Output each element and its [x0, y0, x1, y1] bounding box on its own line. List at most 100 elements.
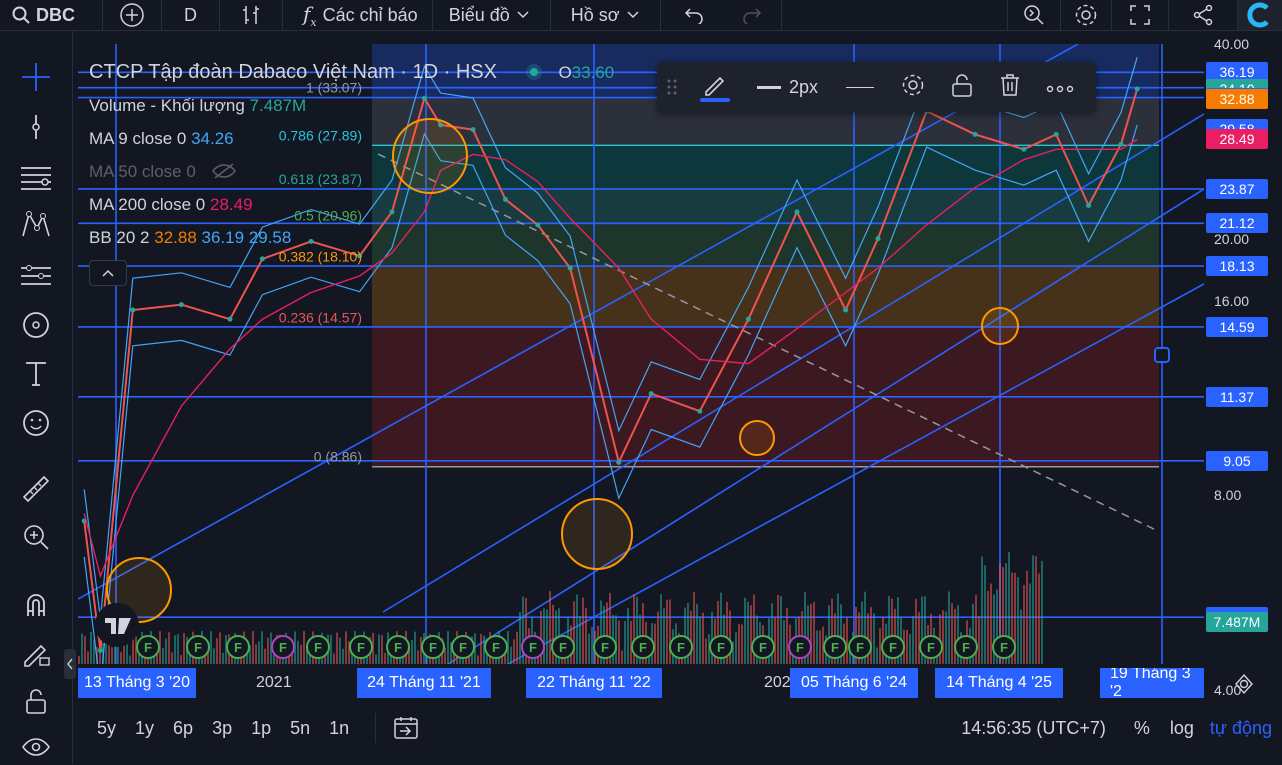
- volume-bar: [81, 633, 83, 664]
- forecast-tool[interactable]: [18, 257, 54, 293]
- volume-bar: [951, 603, 953, 664]
- settings-button[interactable]: [1061, 0, 1112, 30]
- line-width-button[interactable]: 2px: [743, 77, 832, 98]
- app-logo[interactable]: [1238, 0, 1282, 30]
- volume-bar: [876, 647, 878, 664]
- volume-bar: [330, 634, 332, 664]
- log-toggle[interactable]: log: [1170, 718, 1194, 739]
- legend-volume-row[interactable]: Volume - Khối lượng 7.487M: [89, 89, 614, 122]
- more-options-button[interactable]: [1034, 77, 1086, 98]
- geometry-tool[interactable]: [18, 307, 54, 343]
- zoom-tool[interactable]: [18, 519, 54, 555]
- range-button[interactable]: 1p: [251, 718, 271, 739]
- share-button[interactable]: [1169, 0, 1238, 30]
- symbol-search[interactable]: DBC: [0, 0, 103, 30]
- indicators-button[interactable]: fx Các chỉ báo: [283, 0, 433, 30]
- undo-icon: [684, 8, 703, 24]
- price-point: [1021, 146, 1027, 152]
- clock-label[interactable]: 14:56:35 (UTC+7): [961, 718, 1106, 739]
- chart-menu-button[interactable]: Biểu đồ: [433, 0, 551, 30]
- time-label-highlight: 13 Tháng 3 '20: [78, 668, 196, 698]
- axis-settings-button[interactable]: [1232, 672, 1256, 696]
- profile-menu-button[interactable]: Hồ sơ: [551, 0, 661, 30]
- percent-toggle[interactable]: %: [1134, 718, 1150, 739]
- volume-bar: [729, 610, 731, 664]
- event-marker-letter: F: [459, 640, 467, 655]
- price-point: [178, 302, 184, 308]
- drag-handle[interactable]: [657, 78, 687, 96]
- legend-ma200-row[interactable]: MA 200 close 0 28.49: [89, 188, 614, 221]
- compare-button[interactable]: [103, 0, 162, 30]
- volume-bar: [342, 648, 344, 664]
- gear-icon: [902, 74, 924, 95]
- chart-label: Biểu đồ: [448, 4, 510, 25]
- range-button[interactable]: 3p: [212, 718, 232, 739]
- event-marker-letter: F: [234, 640, 242, 655]
- market-status-dot: [529, 68, 538, 76]
- range-button[interactable]: 1n: [329, 718, 349, 739]
- delete-drawing-button[interactable]: [986, 72, 1034, 103]
- symbol-label: DBC: [36, 4, 75, 25]
- fullscreen-button[interactable]: [1112, 0, 1169, 30]
- symbol-title: CTCP Tập đoàn Dabaco Việt Nam · 1D · HSX: [89, 61, 497, 83]
- price-marker-label: 21.12: [1206, 213, 1268, 234]
- event-marker-letter: F: [796, 640, 804, 655]
- drawing-settings-button[interactable]: [888, 72, 938, 103]
- volume-bar: [300, 644, 302, 664]
- lock-drawings-tool[interactable]: [18, 635, 54, 671]
- ma200-value: 28.49: [209, 195, 253, 214]
- pattern-tool[interactable]: [18, 207, 54, 243]
- time-label-highlight: 05 Tháng 6 '24: [790, 668, 918, 698]
- volume-bar: [696, 604, 698, 664]
- volume-bar: [345, 631, 347, 664]
- chart-style-button[interactable]: [220, 0, 283, 30]
- line-color-button[interactable]: [687, 72, 743, 102]
- crosshair-tool[interactable]: [18, 59, 54, 95]
- alert-button[interactable]: [1007, 0, 1061, 30]
- bb-upper-value: 36.19: [201, 228, 245, 247]
- text-tool[interactable]: [18, 355, 54, 391]
- trash-icon: [1001, 73, 1020, 96]
- legend-bb-row[interactable]: BB 20 2 32.88 36.19 29.58: [89, 221, 614, 254]
- line-style-button[interactable]: [832, 86, 888, 88]
- volume-bar: [183, 633, 185, 664]
- range-button[interactable]: 5n: [290, 718, 310, 739]
- lock-drawing-button[interactable]: [938, 72, 986, 103]
- collapse-handle[interactable]: [64, 649, 76, 679]
- magnet-tool[interactable]: [18, 587, 54, 623]
- range-button[interactable]: 5y: [97, 718, 116, 739]
- eye-hidden-icon[interactable]: [211, 162, 237, 180]
- goto-date-button[interactable]: [375, 713, 420, 743]
- bb-basis-value: 32.88: [154, 228, 197, 247]
- interval-button[interactable]: D: [162, 0, 220, 30]
- redo-button[interactable]: [723, 0, 782, 30]
- volume-bar: [543, 608, 545, 664]
- trendline-tool[interactable]: [18, 109, 54, 145]
- range-button[interactable]: 6p: [173, 718, 193, 739]
- legend-collapse-button[interactable]: [89, 260, 127, 286]
- legend-ma9-row[interactable]: MA 9 close 0 34.26: [89, 122, 614, 155]
- auto-scale-toggle[interactable]: tự động: [1210, 718, 1272, 739]
- volume-bar: [615, 615, 617, 664]
- volume-bar: [945, 611, 947, 664]
- unlock-tool[interactable]: [18, 683, 54, 719]
- volume-bar: [414, 631, 416, 664]
- volume-bar: [213, 648, 215, 664]
- price-axis[interactable]: 40.0020.0016.008.004.0036.1934.2634.1033…: [1204, 36, 1282, 698]
- measure-tool[interactable]: [18, 471, 54, 507]
- undo-button[interactable]: [661, 0, 723, 30]
- legend-ma50-row[interactable]: MA 50 close 0: [89, 155, 614, 188]
- smiley-icon: [23, 410, 49, 436]
- visibility-tool[interactable]: [18, 729, 54, 765]
- range-button[interactable]: 1y: [135, 718, 154, 739]
- price-point: [1134, 86, 1140, 92]
- fib-tool[interactable]: [18, 159, 54, 195]
- price-point: [875, 236, 881, 242]
- ma50-label: MA 50 close 0: [89, 162, 196, 181]
- event-marker-letter: F: [601, 640, 609, 655]
- emoji-tool[interactable]: [18, 405, 54, 441]
- event-marker-letter: F: [856, 640, 864, 655]
- price-tick-label: 8.00: [1214, 487, 1242, 504]
- event-marker-letter: F: [357, 640, 365, 655]
- volume-bar: [948, 591, 950, 664]
